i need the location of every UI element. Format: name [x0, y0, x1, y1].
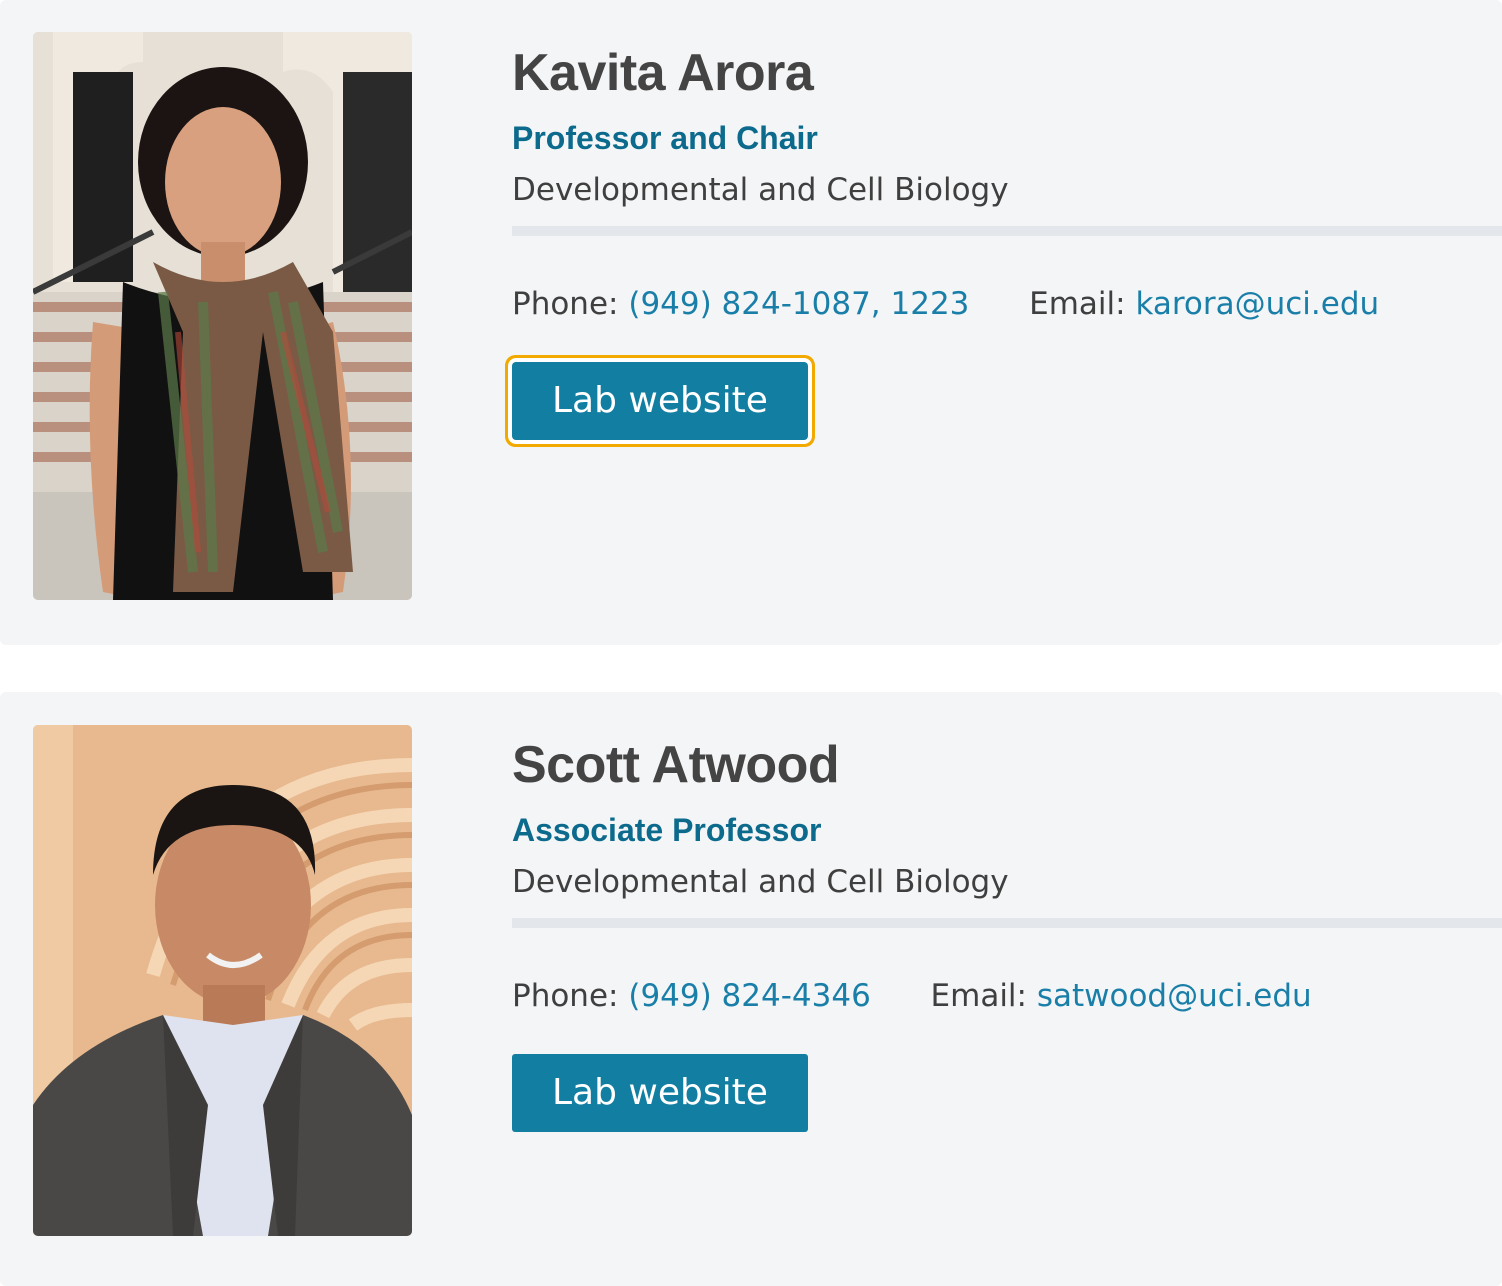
faculty-info: Scott Atwood Associate Professor Develop…	[512, 732, 1502, 1132]
faculty-card: Scott Atwood Associate Professor Develop…	[0, 692, 1502, 1286]
faculty-photo	[33, 32, 412, 600]
phone-label: Phone:	[512, 286, 619, 322]
email-label: Email:	[1029, 286, 1126, 322]
faculty-title: Professor and Chair	[512, 120, 818, 156]
portrait-image	[33, 725, 412, 1236]
phone-link[interactable]: (949) 824-4346	[628, 978, 870, 1014]
lab-website-button[interactable]: Lab website	[512, 362, 808, 440]
contact-line: Phone: (949) 824-1087, 1223 Email: karor…	[512, 284, 1502, 324]
lab-website-button[interactable]: Lab website	[512, 1054, 808, 1132]
email-link[interactable]: karora@uci.edu	[1135, 286, 1379, 322]
phone-link[interactable]: (949) 824-1087, 1223	[628, 286, 969, 322]
divider	[512, 226, 1502, 236]
faculty-name: Scott Atwood	[512, 736, 840, 794]
email-label: Email:	[930, 978, 1027, 1014]
contact-line: Phone: (949) 824-4346 Email: satwood@uci…	[512, 976, 1502, 1016]
faculty-info: Kavita Arora Professor and Chair Develop…	[512, 40, 1502, 440]
faculty-department: Developmental and Cell Biology	[512, 864, 1009, 900]
portrait-image	[33, 32, 412, 600]
phone-label: Phone:	[512, 978, 619, 1014]
faculty-department: Developmental and Cell Biology	[512, 172, 1009, 208]
faculty-photo	[33, 725, 412, 1236]
email-link[interactable]: satwood@uci.edu	[1037, 978, 1312, 1014]
faculty-title: Associate Professor	[512, 812, 822, 848]
faculty-name: Kavita Arora	[512, 44, 814, 102]
faculty-card: Kavita Arora Professor and Chair Develop…	[0, 0, 1502, 645]
divider	[512, 918, 1502, 928]
